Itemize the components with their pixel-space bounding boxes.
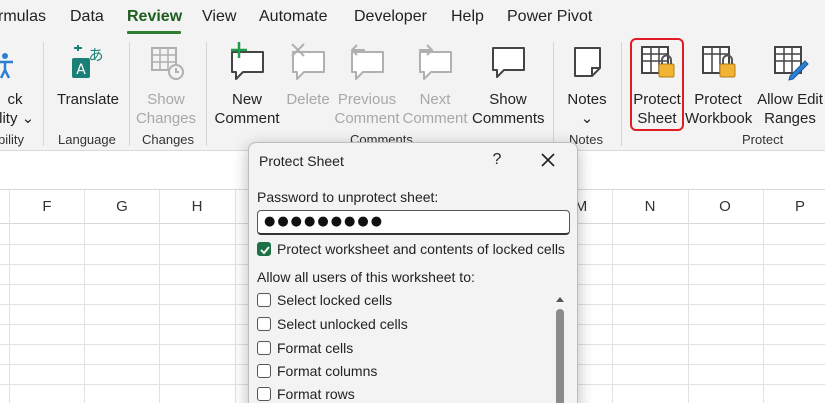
show-comments-icon (492, 47, 525, 78)
option-label: Format rows (277, 386, 355, 402)
scroll-up-icon[interactable] (555, 295, 565, 303)
password-label: Password to unprotect sheet: (257, 189, 439, 205)
group-label-protect: Protect (742, 132, 784, 147)
divider (206, 42, 207, 146)
group-label-changes: Changes (142, 132, 195, 147)
tab-data[interactable]: Data (70, 8, 104, 26)
grid-line (612, 190, 613, 403)
close-icon[interactable] (539, 151, 557, 169)
dialog-title: Protect Sheet (259, 153, 344, 169)
translate-button[interactable]: A あ Translate (56, 42, 120, 109)
option-select-unlocked-cells[interactable]: Select unlocked cells (257, 316, 537, 334)
next-comment-icon (419, 44, 452, 80)
previous-comment-icon (350, 44, 384, 80)
new-comment-icon (231, 42, 264, 80)
tab-view[interactable]: View (202, 8, 236, 26)
delete-comment-icon (291, 43, 325, 80)
allow-edit-ranges-button[interactable]: Allow Edit Ranges (754, 42, 825, 128)
option-label: Select unlocked cells (277, 316, 408, 332)
show-changes-button[interactable]: Show Changes (134, 42, 198, 128)
accessibility-icon (0, 53, 13, 79)
column-header-g[interactable]: G (92, 198, 152, 215)
grid-line (688, 190, 689, 403)
tab-help[interactable]: Help (451, 8, 484, 26)
group-label-language: Language (58, 132, 116, 147)
svg-text:あ: あ (88, 46, 103, 64)
check-accessibility-button[interactable]: ck ility ⌄ (0, 42, 38, 128)
tab-formulas[interactable]: rmulas (0, 8, 46, 26)
protect-contents-label: Protect worksheet and contents of locked… (277, 241, 565, 257)
divider (43, 42, 44, 146)
option-select-locked-cells[interactable]: Select locked cells (257, 292, 537, 310)
previous-comment-button[interactable]: Previous Comment (334, 42, 400, 128)
option-format-cells[interactable]: Format cells (257, 340, 537, 358)
tab-power-pivot[interactable]: Power Pivot (507, 8, 592, 26)
select-locked-cells-checkbox[interactable] (257, 293, 271, 307)
format-columns-checkbox[interactable] (257, 364, 271, 378)
protect-workbook-icon (702, 46, 736, 78)
protect-sheet-highlight (630, 38, 684, 131)
select-unlocked-cells-checkbox[interactable] (257, 317, 271, 331)
checkmark-icon (260, 246, 270, 255)
translate-icon: A あ (72, 45, 104, 78)
svg-text:A: A (76, 62, 86, 78)
allow-edit-ranges-icon (774, 46, 809, 81)
format-cells-checkbox[interactable] (257, 341, 271, 355)
password-field[interactable]: ●●●●●●●●● (257, 210, 570, 235)
tab-review[interactable]: Review (127, 8, 182, 26)
ribbon: ck ility ⌄ bility A あ Translate Language… (0, 36, 825, 151)
tab-developer[interactable]: Developer (354, 8, 427, 26)
new-comment-button[interactable]: New Comment (213, 42, 281, 128)
grid-line (763, 190, 764, 403)
column-header-h[interactable]: H (167, 198, 227, 215)
grid-line (9, 190, 10, 403)
protect-sheet-dialog: Protect Sheet ? Password to unprotect sh… (248, 142, 578, 403)
option-label: Format cells (277, 340, 354, 356)
column-header-p[interactable]: P (770, 198, 825, 215)
show-comments-button[interactable]: Show Comments (472, 42, 545, 128)
protect-workbook-button[interactable]: Protect Workbook (685, 42, 752, 128)
grid-line (159, 190, 160, 403)
divider (621, 42, 622, 146)
notes-icon (574, 47, 601, 77)
delete-comment-button[interactable]: Delete (284, 42, 332, 109)
option-format-columns[interactable]: Format columns (257, 363, 537, 381)
help-button[interactable]: ? (489, 151, 505, 169)
format-rows-checkbox[interactable] (257, 387, 271, 401)
divider (129, 42, 130, 146)
menu-tabs: rmulas Data Review View Automate Develop… (0, 0, 825, 36)
column-header-n[interactable]: N (620, 198, 680, 215)
grid-line (84, 190, 85, 403)
column-header-o[interactable]: O (695, 198, 755, 215)
column-header-f[interactable]: F (17, 198, 77, 215)
option-label: Select locked cells (277, 292, 393, 308)
notes-button[interactable]: Notes ⌄ (562, 42, 612, 128)
option-label: Format columns (277, 363, 378, 379)
protect-contents-checkbox-row[interactable]: Protect worksheet and contents of locked… (257, 241, 569, 259)
allow-users-label: Allow all users of this worksheet to: (257, 269, 475, 285)
option-format-rows[interactable]: Format rows (257, 386, 537, 403)
grid-line (235, 190, 236, 403)
show-changes-icon (151, 47, 184, 80)
next-comment-button[interactable]: Next Comment (402, 42, 468, 128)
protect-contents-checkbox[interactable] (257, 242, 271, 256)
tab-automate[interactable]: Automate (259, 8, 327, 26)
group-label-accessibility: bility (0, 132, 25, 147)
scrollbar-thumb[interactable] (556, 309, 564, 403)
divider (553, 42, 554, 146)
active-tab-indicator (127, 31, 181, 34)
